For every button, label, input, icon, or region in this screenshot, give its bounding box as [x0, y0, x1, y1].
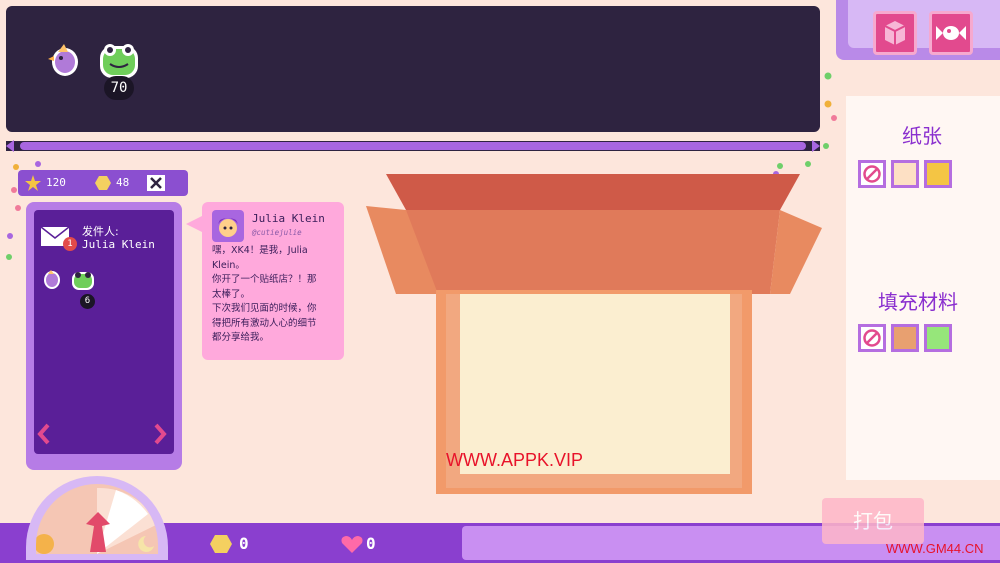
filler-title: 填充材料	[878, 290, 958, 314]
close-x-icon[interactable]	[146, 174, 166, 192]
paper-swatch-yellow[interactable]	[924, 160, 952, 188]
open-shipping-box[interactable]	[360, 168, 826, 500]
message-body: 嘿，XK4！是我，Julia Klein。 你开了一个贴纸店？！那 太棒了。 下…	[212, 244, 338, 346]
none-icon	[863, 329, 881, 347]
coin-icon	[210, 535, 232, 553]
paper-swatch-cream[interactable]	[891, 160, 919, 188]
filler-swatch-none[interactable]	[858, 324, 886, 352]
message-handle: @cutiejulie	[252, 228, 302, 237]
purple-bird-sticker-icon[interactable]	[40, 268, 64, 292]
materials-panel: 纸张 填充材料	[846, 96, 1000, 480]
message-line: 得把所有激动人心的细节	[212, 317, 317, 329]
message-line: 下次我们见面的时候，你	[212, 303, 317, 314]
star-icon	[25, 175, 41, 191]
bottom-hearts-count: 0	[366, 534, 376, 553]
message-bubble: Julia Klein @cutiejulie 嘿，XK4！是我，Julia K…	[202, 202, 344, 360]
green-frog-sticker-icon[interactable]	[70, 268, 96, 292]
none-icon	[863, 165, 881, 183]
coins-count: 48	[116, 176, 130, 189]
bottom-coins-count: 0	[239, 534, 249, 553]
watermark-corner: WWW.GM44.CN	[886, 541, 984, 556]
chevron-right-icon[interactable]	[152, 422, 168, 446]
paper-swatch-none[interactable]	[858, 160, 886, 188]
message-line: 你开了一个贴纸店？！那	[212, 274, 317, 285]
sender-name: Julia Klein	[82, 238, 155, 251]
message-sender-name: Julia Klein	[252, 212, 325, 225]
stats-bar: 120 48	[18, 170, 188, 196]
julia-avatar	[212, 210, 244, 242]
paper-title: 纸张	[902, 124, 942, 148]
sender-label: 发件人:	[82, 225, 119, 238]
filler-swatch-tan[interactable]	[891, 324, 919, 352]
pack-button[interactable]: 打包	[822, 498, 924, 544]
frog-sticker-count: 6	[80, 294, 95, 309]
message-line: Klein。	[212, 259, 245, 271]
watermark-center: WWW.APPK.VIP	[446, 450, 584, 470]
stars-count: 120	[46, 176, 66, 189]
message-line: 都分享给我。	[212, 332, 270, 343]
chevron-left-icon[interactable]	[36, 422, 52, 446]
heart-icon	[341, 536, 363, 553]
mail-badge: 1	[63, 237, 77, 251]
message-line: 嘿，XK4！是我，Julia	[212, 245, 308, 256]
message-line: 太棒了。	[212, 288, 251, 300]
bubble-tail	[186, 216, 202, 232]
filler-swatch-green[interactable]	[924, 324, 952, 352]
coin-icon	[95, 176, 111, 190]
